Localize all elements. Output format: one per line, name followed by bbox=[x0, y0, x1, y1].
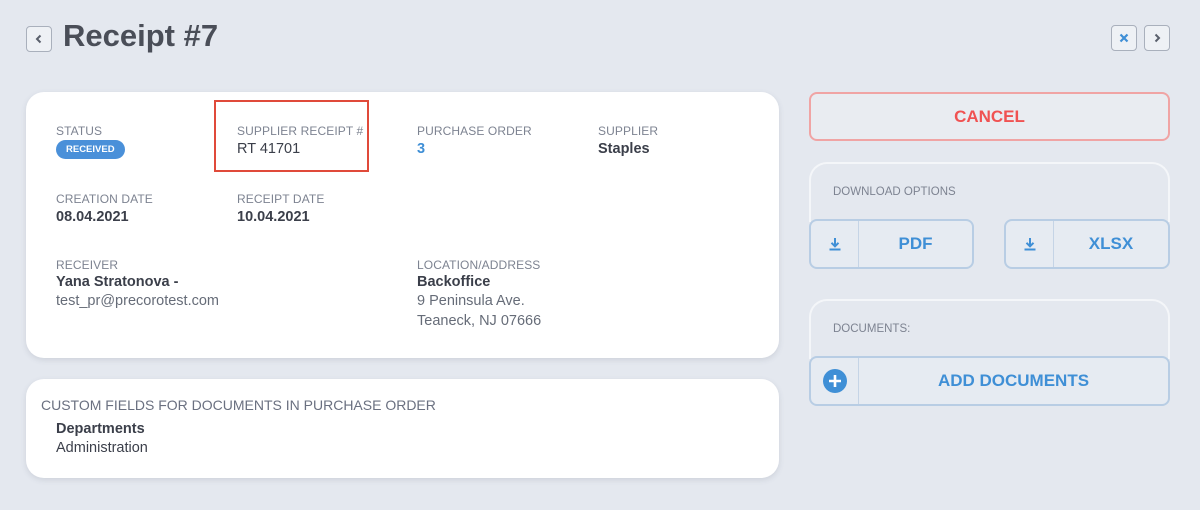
receiver-label: RECEIVER bbox=[56, 258, 119, 272]
chevron-left-icon bbox=[35, 34, 42, 44]
receipt-date-value: 10.04.2021 bbox=[237, 209, 310, 225]
add-documents-label: ADD DOCUMENTS bbox=[937, 371, 1090, 390]
location-label: LOCATION/ADDRESS bbox=[417, 258, 541, 272]
add-documents-button[interactable]: ADD DOCUMENTS bbox=[809, 356, 1170, 406]
custom-field-value: Administration bbox=[56, 440, 148, 456]
add-icon-wrap bbox=[811, 358, 859, 404]
chevron-right-icon bbox=[1154, 33, 1161, 43]
back-button[interactable] bbox=[26, 26, 52, 52]
download-icon bbox=[1006, 221, 1054, 267]
supplier-label: SUPPLIER bbox=[598, 124, 659, 138]
next-button[interactable] bbox=[1144, 25, 1170, 51]
download-options-section: DOWNLOAD OPTIONS bbox=[809, 162, 1170, 222]
download-icon bbox=[811, 221, 859, 267]
close-button[interactable] bbox=[1111, 25, 1137, 51]
status-badge: RECEIVED bbox=[56, 140, 125, 159]
download-pdf-button[interactable]: PDF bbox=[809, 219, 974, 269]
pdf-label: PDF bbox=[898, 234, 933, 253]
purchase-order-label: PURCHASE ORDER bbox=[417, 124, 532, 138]
documents-section: DOCUMENTS: bbox=[809, 299, 1170, 359]
xlsx-label: XLSX bbox=[1088, 234, 1134, 253]
cancel-button[interactable]: CANCEL bbox=[809, 92, 1170, 141]
receiver-name: Yana Stratonova - bbox=[56, 274, 179, 290]
receipt-date-label: RECEIPT DATE bbox=[237, 192, 325, 206]
purchase-order-link[interactable]: 3 bbox=[417, 141, 425, 157]
location-address-line2: Teaneck, NJ 07666 bbox=[417, 313, 542, 329]
custom-fields-title: CUSTOM FIELDS FOR DOCUMENTS IN PURCHASE … bbox=[41, 397, 436, 413]
download-options-title: DOWNLOAD OPTIONS bbox=[833, 186, 956, 198]
location-name: Backoffice bbox=[417, 274, 491, 290]
custom-field-name: Departments bbox=[56, 421, 145, 437]
status-label: STATUS bbox=[56, 124, 103, 138]
receipt-details-card bbox=[26, 92, 779, 358]
download-xlsx-button[interactable]: XLSX bbox=[1004, 219, 1170, 269]
location-address-line1: 9 Peninsula Ave. bbox=[417, 293, 525, 309]
supplier-value: Staples bbox=[598, 141, 650, 157]
receiver-email: test_pr@precorotest.com bbox=[56, 293, 220, 309]
plus-circle-icon bbox=[822, 369, 847, 393]
close-icon bbox=[1119, 33, 1129, 43]
creation-date-label: CREATION DATE bbox=[56, 192, 153, 206]
page-title: Receipt #7 bbox=[63, 18, 219, 53]
supplier-receipt-highlight bbox=[214, 100, 369, 172]
creation-date-value: 08.04.2021 bbox=[56, 209, 129, 225]
documents-title: DOCUMENTS: bbox=[833, 323, 911, 335]
